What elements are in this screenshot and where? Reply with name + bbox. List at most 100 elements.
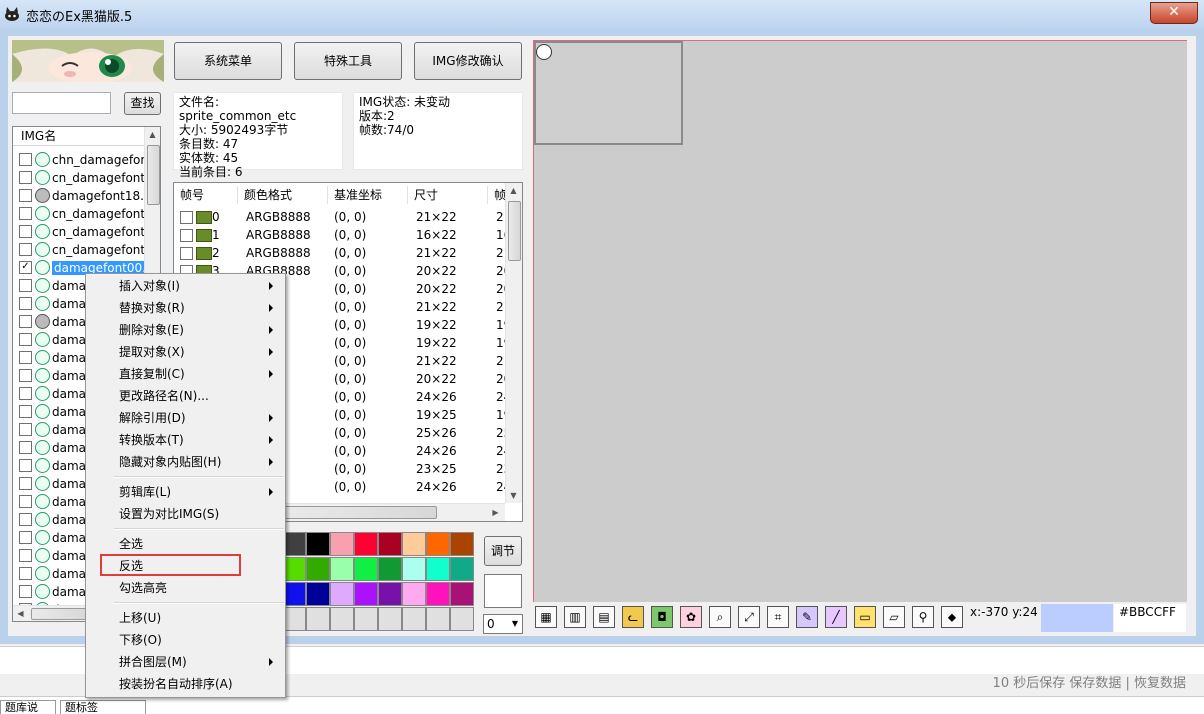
crop-tool-button[interactable]: ⌗ xyxy=(767,606,789,628)
palette-swatch[interactable] xyxy=(426,582,450,606)
menu-item[interactable]: 按装扮名自动排序(A) xyxy=(119,674,279,694)
img-confirm-button[interactable]: IMG修改确认 xyxy=(414,42,522,80)
palette-swatch[interactable] xyxy=(354,532,378,556)
row-checkbox[interactable] xyxy=(180,229,193,242)
menu-item[interactable]: 上移(U) xyxy=(119,608,279,628)
img-item-checkbox[interactable] xyxy=(19,171,32,184)
palette-swatch[interactable] xyxy=(450,532,474,556)
move-tool-tool-button[interactable]: ⤢ xyxy=(738,606,760,628)
palette-swatch[interactable] xyxy=(306,607,330,631)
img-list-item[interactable]: cn_damagefont0 xyxy=(19,205,147,223)
palette-swatch[interactable] xyxy=(354,582,378,606)
menu-item[interactable]: 解除引用(D) xyxy=(119,408,279,428)
palette-swatch[interactable] xyxy=(330,582,354,606)
menu-item[interactable]: 删除对象(E) xyxy=(119,320,279,340)
palette-swatch[interactable] xyxy=(378,582,402,606)
close-window-button[interactable]: ✕ xyxy=(1150,2,1198,24)
menu-item[interactable]: 更改路径名(N)... xyxy=(119,386,279,406)
frame-table-hscroll-thumb[interactable] xyxy=(284,506,437,519)
img-item-checkbox[interactable] xyxy=(19,495,32,508)
img-item-checkbox[interactable] xyxy=(19,441,32,454)
img-item-checkbox[interactable] xyxy=(19,369,32,382)
paw-tool-button[interactable]: ✿ xyxy=(680,606,702,628)
img-item-checkbox[interactable]: ✓ xyxy=(19,261,32,274)
img-item-checkbox[interactable] xyxy=(19,207,32,220)
img-item-checkbox[interactable] xyxy=(19,153,32,166)
bottom-tab-1[interactable]: 题库说 xyxy=(0,700,56,714)
img-list-vscroll-thumb[interactable] xyxy=(147,145,160,205)
img-list-hscroll-thumb[interactable] xyxy=(31,608,89,620)
img-item-checkbox[interactable] xyxy=(19,513,32,526)
menu-item[interactable]: 拼合图层(M) xyxy=(119,652,279,672)
menu-item[interactable]: 转换版本(T) xyxy=(119,430,279,450)
search-input[interactable] xyxy=(12,92,111,114)
canvas-anchor-icon[interactable] xyxy=(536,44,552,60)
cat-face-tool-button[interactable]: ᓚ xyxy=(622,606,644,628)
bottom-tab-2[interactable]: 题标签 xyxy=(60,700,146,714)
system-menu-button[interactable]: 系统菜单 xyxy=(174,42,282,80)
img-item-checkbox[interactable] xyxy=(19,585,32,598)
img-item-checkbox[interactable] xyxy=(19,279,32,292)
img-list-item[interactable]: chn_damagefont xyxy=(19,151,147,169)
palette-swatch[interactable] xyxy=(330,557,354,581)
film-camera-tool-button[interactable]: ◘ xyxy=(651,606,673,628)
img-list-item[interactable]: damagefont18.in xyxy=(19,187,147,205)
palette-tool-tool-button[interactable]: ▥ xyxy=(564,606,586,628)
img-item-checkbox[interactable] xyxy=(19,387,32,400)
magnifier-tool-button[interactable]: ⌕ xyxy=(709,606,731,628)
img-item-checkbox[interactable] xyxy=(19,315,32,328)
palette-swatch[interactable] xyxy=(450,557,474,581)
table-row[interactable]: 1 ARGB8888 (0, 0) 16×22 16 xyxy=(174,226,511,244)
scroll-up-icon[interactable]: ▲ xyxy=(506,183,521,198)
palette-swatch[interactable] xyxy=(402,532,426,556)
img-list-item[interactable]: cn_damagefont0 xyxy=(19,241,147,259)
img-item-checkbox[interactable] xyxy=(19,477,32,490)
menu-item[interactable]: 下移(O) xyxy=(119,630,279,650)
frame-table-vscrollbar[interactable]: ▲ ▼ xyxy=(505,183,522,503)
img-item-checkbox[interactable] xyxy=(19,567,32,580)
current-color-preview[interactable] xyxy=(484,574,522,608)
scroll-left-icon[interactable]: ◀ xyxy=(13,606,28,621)
scroll-right-icon[interactable]: ▶ xyxy=(488,505,503,520)
scroll-up-icon[interactable]: ▲ xyxy=(145,127,160,142)
img-list-header[interactable]: IMG名 xyxy=(13,127,154,146)
palette-swatch[interactable] xyxy=(450,607,474,631)
palette-swatch[interactable] xyxy=(402,557,426,581)
img-item-checkbox[interactable] xyxy=(19,405,32,418)
eraser-tool-button[interactable]: ▱ xyxy=(883,606,905,628)
img-list-item[interactable]: cn_damagefont0 xyxy=(19,169,147,187)
menu-item[interactable]: 直接复制(C) xyxy=(119,364,279,384)
menu-item[interactable]: 剪辑库(L) xyxy=(119,482,279,502)
palette-swatch[interactable] xyxy=(426,607,450,631)
palette-swatch[interactable] xyxy=(306,532,330,556)
special-tools-button[interactable]: 特殊工具 xyxy=(294,42,402,80)
tag-tool-button[interactable]: ⬥ xyxy=(941,606,963,628)
menu-item[interactable]: 勾选高亮 xyxy=(119,578,279,598)
zoom-select[interactable]: 0 ▼ xyxy=(483,614,523,634)
pencil-tool-button[interactable]: ✎ xyxy=(796,606,818,628)
canvas-grid-tool-button[interactable]: ▦ xyxy=(535,606,557,628)
palette-swatch[interactable] xyxy=(354,557,378,581)
line-tool-button[interactable]: ╱ xyxy=(825,606,847,628)
table-row[interactable]: 2 ARGB8888 (0, 0) 21×22 21 xyxy=(174,244,511,262)
palette-swatch[interactable] xyxy=(330,532,354,556)
palette-swatch[interactable] xyxy=(426,557,450,581)
menu-item[interactable]: 提取对象(X) xyxy=(119,342,279,362)
img-item-checkbox[interactable] xyxy=(19,459,32,472)
menu-item[interactable]: 全选 xyxy=(119,534,279,554)
search-button[interactable]: 查找 xyxy=(124,92,161,115)
col-header-size[interactable]: 尺寸 xyxy=(408,186,488,204)
img-item-checkbox[interactable] xyxy=(19,351,32,364)
film-tool-button[interactable]: ▤ xyxy=(593,606,615,628)
palette-swatch[interactable] xyxy=(354,607,378,631)
img-item-checkbox[interactable] xyxy=(19,189,32,202)
palette-swatch[interactable] xyxy=(450,582,474,606)
palette-swatch[interactable] xyxy=(306,582,330,606)
menu-item[interactable]: 插入对象(I) xyxy=(119,276,279,296)
col-header-base-coord[interactable]: 基准坐标 xyxy=(328,186,408,204)
adjust-button[interactable]: 调节 xyxy=(484,536,522,566)
palette-swatch[interactable] xyxy=(402,582,426,606)
row-checkbox[interactable] xyxy=(180,247,193,260)
menu-item[interactable]: 设置为对比IMG(S) xyxy=(119,504,279,524)
scroll-down-icon[interactable]: ▼ xyxy=(506,488,521,503)
